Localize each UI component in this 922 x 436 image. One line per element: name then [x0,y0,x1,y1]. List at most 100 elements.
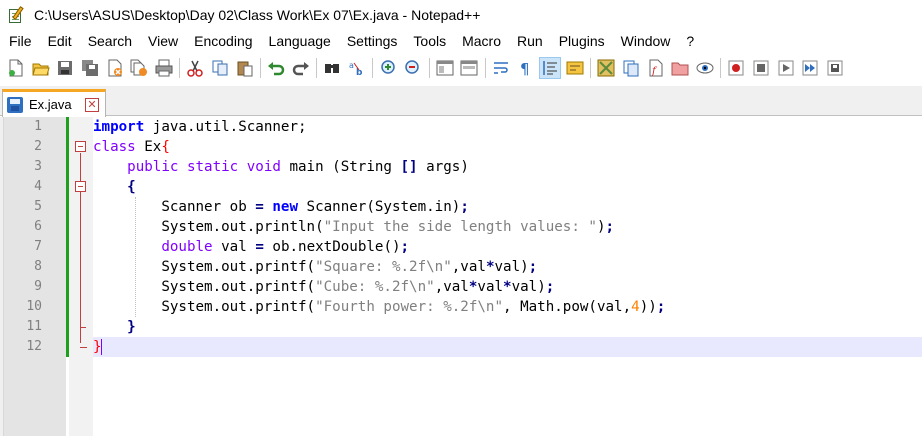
code-line[interactable]: System.out.printf("Cube: %.2f\n",val *val… [93,277,554,297]
code-line[interactable]: double val = ob.nextDouble(); [93,237,409,257]
word-wrap-button[interactable] [491,58,511,78]
replace-button[interactable]: ab [347,58,367,78]
fold-margin[interactable] [69,117,93,436]
line-number-gutter: 1 2 3 4 5 6 7 8 9 10 11 12 [4,117,66,436]
code-line[interactable]: System.out.printf("Square: %.2f\n",val*v… [93,257,537,277]
code-line[interactable]: System.out.printf("Fourth power: %.2f\n"… [93,297,665,317]
code-token: ; [656,299,666,315]
save-button[interactable] [55,58,75,78]
menu-run[interactable]: Run [509,30,551,52]
user-language-button[interactable] [565,58,585,78]
undo-button[interactable] [266,58,286,78]
playback-macro-button[interactable] [776,58,796,78]
code-line[interactable]: class Ex{ [93,137,170,157]
find-button[interactable] [322,58,342,78]
stop-record-button[interactable] [751,58,771,78]
redo-button[interactable] [291,58,311,78]
code-line[interactable]: Scanner ob = new Scanner(System.in); [93,197,469,217]
menu-edit[interactable]: Edit [40,30,80,52]
menu-macro[interactable]: Macro [454,30,509,52]
menu-tools[interactable]: Tools [405,30,454,52]
code-token: ; [605,219,615,235]
show-all-chars-button[interactable]: ¶ [516,58,536,78]
indent-guide-button[interactable] [539,57,562,79]
sync-horizontal-button[interactable] [459,58,479,78]
menu-file[interactable]: File [0,30,40,52]
fold-toggle-method[interactable] [75,181,86,192]
print-icon [155,59,173,77]
code-token: "Square: %.2f\n" [315,259,452,275]
function-list-button[interactable] [621,58,641,78]
new-file-button[interactable] [6,58,26,78]
paste-button[interactable] [235,58,255,78]
svg-text:¶: ¶ [520,60,530,77]
close-button[interactable] [105,58,125,78]
code-line[interactable]: } [93,317,136,337]
run-macro-multiple-button[interactable] [800,58,820,78]
line-number: 3 [34,159,42,174]
monitoring-icon [696,62,714,74]
notepad-plus-plus-logo-icon [8,6,26,24]
line-number: 9 [34,279,42,294]
menu-help[interactable]: ? [678,30,702,52]
code-token: new [272,199,299,215]
close-all-button[interactable] [129,58,149,78]
code-line[interactable]: { [93,177,136,197]
user-language-icon [566,61,584,75]
save-all-button[interactable] [80,58,100,78]
title-bar: C:\Users\ASUS\Desktop\Day 02\Class Work\… [0,0,922,30]
line-number: 2 [34,139,42,154]
tab-ex-java[interactable]: Ex.java ✕ [2,89,106,117]
text-caret [101,339,102,355]
menu-window[interactable]: Window [613,30,679,52]
code-line[interactable]: public static void main (String [] args) [93,157,469,177]
line-number: 6 [34,219,42,234]
monitoring-button[interactable] [695,58,715,78]
run-macro-multiple-icon [802,60,818,76]
toolbar-separator [720,58,722,78]
line-number: 5 [34,199,42,214]
svg-text:a: a [349,61,354,70]
code-token: "Input the side length values: " [323,219,597,235]
menu-view[interactable]: View [140,30,186,52]
cut-button[interactable] [185,58,205,78]
folder-button[interactable] [670,58,690,78]
zoom-in-button[interactable] [379,58,399,78]
folder-workspace-icon: f [649,59,663,77]
code-line[interactable]: System.out.println("Input the side lengt… [93,217,614,237]
save-macro-button[interactable] [825,58,845,78]
code-token: System.out.printf( [93,259,316,275]
code-area[interactable]: import java.util.Scanner; class Ex{ publi… [93,117,922,436]
code-token: ; [400,239,410,255]
record-macro-button[interactable] [726,58,746,78]
paste-icon [237,61,253,77]
undo-icon [268,62,285,76]
folder-workspace-button[interactable]: f [646,58,666,78]
close-tab-button[interactable]: ✕ [85,97,99,112]
code-token: main (String [280,159,401,175]
save-icon [58,61,73,75]
menu-search[interactable]: Search [80,30,140,52]
menu-settings[interactable]: Settings [339,30,406,52]
zoom-out-icon [405,60,419,74]
document-map-button[interactable] [596,58,616,78]
code-token: val) [511,279,546,295]
code-token: import [93,119,145,135]
close-all-icon [130,59,148,76]
open-file-button[interactable] [31,58,51,78]
fold-toggle-class[interactable] [75,141,86,152]
code-token: System.out.printf( [93,299,316,315]
editor[interactable]: 1 2 3 4 5 6 7 8 9 10 11 12 import java.u… [0,117,922,436]
sync-vertical-button[interactable] [435,58,455,78]
code-token: java.util.Scanner; [144,119,307,135]
menu-encoding[interactable]: Encoding [186,30,260,52]
code-line[interactable]: import java.util.Scanner; [93,117,307,137]
document-map-icon [597,59,615,77]
zoom-out-button[interactable] [403,58,423,78]
menu-language[interactable]: Language [261,30,339,52]
code-token: "Cube: %.2f\n" [315,279,435,295]
copy-button[interactable] [210,58,230,78]
print-button[interactable] [154,58,174,78]
menu-plugins[interactable]: Plugins [551,30,613,52]
